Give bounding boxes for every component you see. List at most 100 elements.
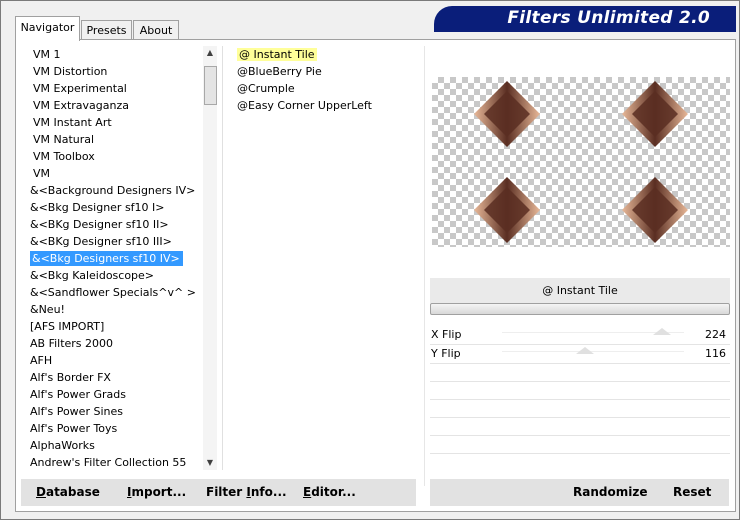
category-item[interactable]: AlphaWorks: [28, 437, 198, 454]
slider-row[interactable]: X Flip 224: [430, 326, 730, 345]
editor-button-text-rest: ditor...: [311, 485, 356, 499]
category-item[interactable]: Alf's Power Toys: [28, 420, 198, 437]
category-item[interactable]: Andrew's Filter Collection 55: [28, 454, 198, 470]
slider-value: 116: [705, 347, 726, 360]
category-item[interactable]: &<BKg Designer sf10 III>: [28, 233, 198, 250]
editor-button[interactable]: Editor...: [303, 485, 356, 499]
category-item[interactable]: &<Background Designers IV>: [28, 182, 198, 199]
slider-label: Y Flip: [431, 347, 461, 360]
filters-unlimited-window: Navigator Presets About Filters Unlimite…: [0, 0, 740, 520]
scroll-thumb[interactable]: [204, 66, 217, 105]
selected-filter-name: @ Instant Tile: [430, 278, 730, 303]
category-item-label: &Neu!: [30, 303, 65, 316]
filter-info-button-text-rest: nfo...: [250, 485, 287, 499]
category-item-label: [AFS IMPORT]: [30, 320, 105, 333]
tab-presets[interactable]: Presets: [81, 20, 132, 40]
slider-row[interactable]: Y Flip 116: [430, 345, 730, 364]
category-item[interactable]: VM 1: [28, 46, 198, 63]
category-item-label: VM: [33, 167, 51, 180]
category-item-label: AlphaWorks: [30, 439, 95, 452]
category-item[interactable]: &<Bkg Designer sf10 I>: [28, 199, 198, 216]
category-item[interactable]: VM Distortion: [28, 63, 198, 80]
filter-item[interactable]: @ Instant Tile: [223, 46, 423, 63]
filter-info-button[interactable]: Filter Info...: [206, 485, 287, 499]
category-item-label: VM Natural: [33, 133, 95, 146]
category-item[interactable]: VM Instant Art: [28, 114, 198, 131]
category-item-label: Alf's Power Sines: [30, 405, 123, 418]
category-item-label: &<Bkg Kaleidoscope>: [30, 269, 155, 282]
category-item[interactable]: Alf's Power Sines: [28, 403, 198, 420]
tile-diamond: [622, 81, 688, 147]
category-item-label: VM Experimental: [33, 82, 127, 95]
category-item[interactable]: &<BKg Designer sf10 II>: [28, 216, 198, 233]
scroll-down-arrow-icon[interactable]: ▼: [203, 456, 217, 470]
empty-slider-row: [430, 418, 730, 436]
scroll-up-arrow-icon[interactable]: ▲: [203, 46, 217, 60]
app-title: Filters Unlimited 2.0: [507, 8, 710, 28]
slider-label: X Flip: [431, 328, 462, 341]
tab-about[interactable]: About: [133, 20, 179, 40]
category-item-label: Alf's Power Grads: [30, 388, 126, 401]
preview-image: [432, 77, 730, 247]
slider-thumb[interactable]: [575, 347, 594, 354]
category-item-label: &<Sandflower Specials^v^ >: [30, 286, 196, 299]
category-item[interactable]: &<Bkg Kaleidoscope>: [28, 267, 198, 284]
empty-slider-row: [430, 382, 730, 400]
category-item[interactable]: VM Extravaganza: [28, 97, 198, 114]
category-item[interactable]: &Neu!: [28, 301, 198, 318]
title-banner: Filters Unlimited 2.0: [434, 6, 736, 32]
filter-item-label: @ Instant Tile: [237, 48, 317, 61]
tile-diamond: [474, 81, 540, 147]
category-item-label: Andrew's Filter Collection 55: [30, 456, 187, 469]
left-button-bar: Database Import... Filter Info... Editor…: [21, 479, 416, 506]
filter-item-label: @Easy Corner UpperLeft: [237, 99, 372, 112]
navigator-panel: VM 1 VM Distortion VM Experimental VM Extra…: [15, 39, 736, 512]
progress-bar: [430, 303, 730, 315]
tile-diamond: [622, 177, 688, 243]
category-item[interactable]: AB Filters 2000: [28, 335, 198, 352]
category-item[interactable]: Alf's Border FX: [28, 369, 198, 386]
category-item-label: Alf's Border FX: [30, 371, 111, 384]
filter-item[interactable]: @Easy Corner UpperLeft: [223, 97, 423, 114]
tile-diamond: [474, 177, 540, 243]
category-item[interactable]: AFH: [28, 352, 198, 369]
category-scrollbar[interactable]: ▲ ▼: [203, 46, 217, 470]
category-item[interactable]: &<Bkg Designers sf10 IV>: [28, 250, 198, 267]
database-button[interactable]: Database: [36, 485, 100, 499]
category-item[interactable]: VM: [28, 165, 198, 182]
editor-button-accel: E: [303, 485, 312, 499]
category-item-label: VM Toolbox: [33, 150, 95, 163]
category-item-label: Alf's Power Toys: [30, 422, 118, 435]
category-item-label: &<BKg Designer sf10 II>: [30, 218, 169, 231]
category-item[interactable]: VM Natural: [28, 131, 198, 148]
import-button-text-rest: mport...: [131, 485, 187, 499]
database-button-accel: D: [36, 485, 46, 499]
filter-list[interactable]: @ Instant Tile @BlueBerry Pie @Crumple @Eas…: [222, 46, 423, 470]
category-item[interactable]: [AFS IMPORT]: [28, 318, 198, 335]
category-item-label: VM Instant Art: [33, 116, 112, 129]
category-item-label: &<Bkg Designer sf10 I>: [30, 201, 165, 214]
category-list[interactable]: VM 1 VM Distortion VM Experimental VM Extra…: [28, 46, 198, 470]
divider: [424, 46, 425, 486]
category-item-label: AFH: [30, 354, 53, 367]
filter-item[interactable]: @Crumple: [223, 80, 423, 97]
filter-item-label: @Crumple: [237, 82, 295, 95]
tab-navigator[interactable]: Navigator: [15, 16, 80, 41]
empty-slider-row: [430, 436, 730, 454]
reset-button[interactable]: Reset: [673, 485, 711, 499]
import-button[interactable]: Import...: [127, 485, 186, 499]
filter-item[interactable]: @BlueBerry Pie: [223, 63, 423, 80]
empty-slider-row: [430, 400, 730, 418]
category-item[interactable]: Alf's Power Grads: [28, 386, 198, 403]
category-item-label: AB Filters 2000: [30, 337, 114, 350]
slider-thumb[interactable]: [652, 328, 671, 335]
category-item[interactable]: VM Toolbox: [28, 148, 198, 165]
category-item-label: VM Extravaganza: [33, 99, 130, 112]
category-item-label: &<Background Designers IV>: [30, 184, 196, 197]
randomize-button[interactable]: Randomize: [573, 485, 647, 499]
filter-info-button-text: Filter: [206, 485, 247, 499]
category-item[interactable]: VM Experimental: [28, 80, 198, 97]
slider-value: 224: [705, 328, 726, 341]
category-item-label: VM Distortion: [33, 65, 108, 78]
category-item[interactable]: &<Sandflower Specials^v^ >: [28, 284, 198, 301]
